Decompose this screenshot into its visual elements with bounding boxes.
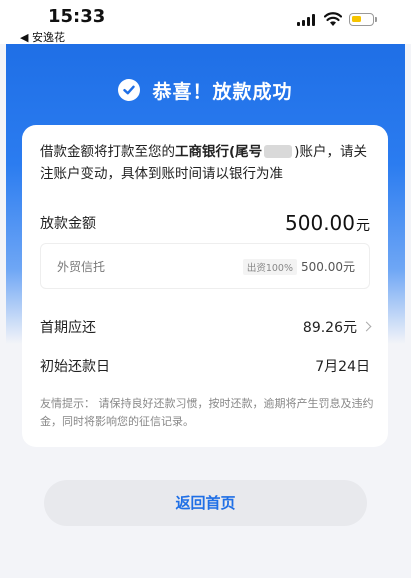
- page-title: 恭喜！放款成功: [152, 80, 293, 103]
- first-payment-row-link[interactable]: 89.26元: [302, 317, 372, 337]
- wifi-icon: [324, 12, 342, 26]
- loan-amount-value: 500.00元: [285, 211, 370, 235]
- status-bar: 15:33 ◀ 安逸花: [0, 0, 411, 44]
- masked-account-number: [264, 145, 293, 158]
- notice-bank: 工商银行(尾号: [175, 144, 263, 160]
- battery-icon: [349, 13, 377, 26]
- loan-detail-card: 借款金额将打款至您的工商银行(尾号)账户，请关注账户变动，具体到账时间请以银行为…: [22, 125, 388, 447]
- loan-amount-unit: 元: [356, 218, 370, 234]
- first-payment-label: 首期应还: [40, 320, 96, 336]
- cellular-signal-icon: [297, 14, 317, 26]
- funding-amount: 500.00元: [301, 260, 355, 274]
- transfer-notice: 借款金额将打款至您的工商银行(尾号)账户，请关注账户变动，具体到账时间请以银行为…: [40, 141, 376, 185]
- loan-amount-number: 500.00: [285, 211, 355, 235]
- friendly-tip: 友情提示： 请保持良好还款习惯，按时还款，逾期将产生罚息及违约金，同时将影响您的…: [40, 397, 374, 428]
- funding-source-box: 外贸信托 出资100% 500.00元: [40, 243, 370, 289]
- return-home-button[interactable]: 返回首页: [44, 480, 367, 526]
- check-circle-icon: [118, 79, 141, 101]
- status-time: 15:33: [48, 6, 106, 27]
- back-to-app-link[interactable]: ◀ 安逸花: [20, 29, 65, 45]
- funding-ratio-badge: 出资100%: [242, 259, 297, 275]
- success-header: 恭喜！放款成功: [0, 76, 411, 104]
- loan-amount-label: 放款金额: [40, 216, 96, 232]
- funding-source-name: 外贸信托: [57, 260, 106, 274]
- chevron-right-icon: [361, 321, 372, 332]
- first-date-value: 7月24日: [315, 359, 370, 375]
- first-payment-value: 89.26元: [302, 320, 357, 336]
- first-date-label: 初始还款日: [40, 359, 110, 375]
- notice-prefix: 借款金额将打款至您的: [40, 144, 175, 160]
